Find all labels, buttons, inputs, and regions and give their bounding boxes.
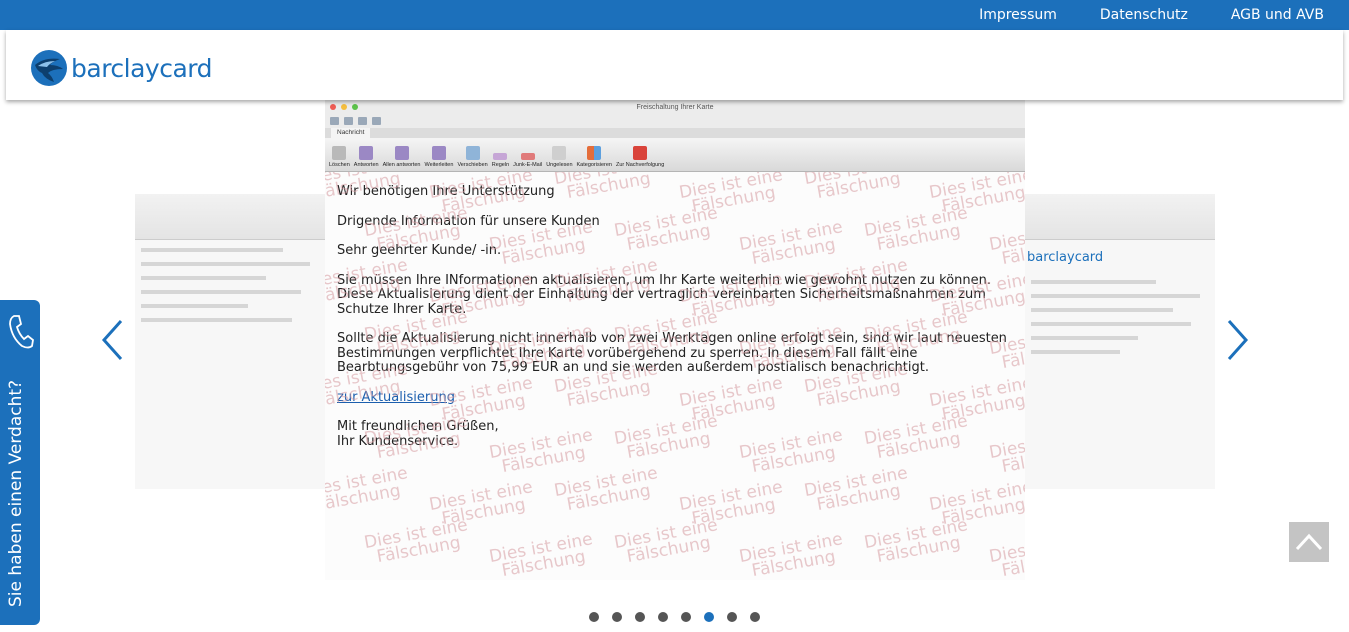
mail-paragraph-2: Sollte die Aktualisierung nicht innerhal…	[337, 331, 1007, 375]
note-icon	[372, 117, 381, 125]
ribbon-reply-all: Allen antworten	[383, 146, 420, 171]
ribbon-unread: Ungelesen	[546, 146, 573, 171]
eagle-icon	[31, 50, 67, 86]
carousel-pager	[589, 612, 760, 622]
mail-update-link[interactable]: zur Aktualisierung	[337, 390, 455, 405]
pager-dot[interactable]	[681, 612, 691, 622]
watermark-text: Dies ist eineFälschung	[362, 515, 470, 568]
ribbon-categorize: Kategorisieren	[577, 146, 612, 171]
top-nav: Impressum Datenschutz AGB und AVB	[979, 0, 1324, 30]
carousel-next-slide[interactable]: barclaycard	[1025, 194, 1215, 489]
folder-icon	[344, 117, 353, 125]
nav-datenschutz[interactable]: Datenschutz	[1100, 7, 1188, 23]
ribbon-junk: Junk-E-Mail	[513, 153, 542, 171]
phone-icon	[9, 315, 34, 349]
watermark-text: Dies ist eineFälschung	[325, 463, 410, 516]
mail-body: Wir benötigen Ihre Unterstützung Drigend…	[325, 172, 1025, 449]
mail-closing-2: Ihr Kundenservice.	[337, 433, 459, 449]
watermark-text: Dies ist eineFälschung	[927, 477, 1025, 530]
print-icon	[330, 117, 339, 125]
pager-dot[interactable]	[704, 612, 714, 622]
pager-dot[interactable]	[750, 612, 760, 622]
chevron-left-icon[interactable]	[99, 318, 127, 362]
mail-ribbon: Löschen Antworten Allen antworten Weiter…	[325, 138, 1025, 172]
watermark-text: Dies ist eineFälschung	[552, 463, 660, 516]
ribbon-move: Verschieben	[457, 146, 488, 171]
pager-dot[interactable]	[635, 612, 645, 622]
ribbon-reply: Antworten	[354, 146, 379, 171]
pager-dot[interactable]	[612, 612, 622, 622]
mail-subject: Wir benötigen Ihre Unterstützung	[337, 184, 555, 199]
carousel-prev-slide[interactable]	[135, 194, 325, 489]
inbox-icon	[358, 117, 367, 125]
pager-dot[interactable]	[727, 612, 737, 622]
nav-agb[interactable]: AGB und AVB	[1231, 7, 1324, 23]
mail-tab-nachricht: Nachricht	[331, 128, 371, 138]
chevron-up-icon	[1295, 533, 1323, 551]
watermark-text: Dies ist eineFälschung	[612, 515, 720, 568]
watermark-text: Dies ist eineFälschung	[862, 515, 970, 568]
mail-window-title: Freischaltung Ihrer Karte	[636, 103, 714, 111]
phishing-carousel: barclaycard Freischaltung Ihrer Karte Na…	[0, 100, 1349, 632]
back-to-top-button[interactable]	[1289, 522, 1329, 562]
watermark-text: Dies ist eineFälschung	[427, 477, 535, 530]
barclaycard-logo[interactable]: barclaycard	[30, 49, 213, 87]
mail-toolbar	[325, 114, 1025, 128]
side-logo-text: barclaycard	[1027, 250, 1104, 265]
header: barclaycard	[6, 30, 1343, 100]
mail-tabs: Nachricht	[325, 128, 1025, 138]
ribbon-followup: Zur Nachverfolgung	[616, 146, 664, 171]
pager-dot[interactable]	[658, 612, 668, 622]
watermark-text: Dies ist eineFälschung	[487, 529, 595, 580]
mail-closing-1: Mit freundlichen Grüßen,	[337, 419, 499, 434]
carousel-active-slide: Freischaltung Ihrer Karte Nachricht Lösc…	[325, 100, 1025, 580]
mail-line1: Drigende Information für unsere Kunden	[337, 213, 600, 229]
suspect-side-tab[interactable]: Sie haben einen Verdacht?	[0, 300, 40, 625]
watermark-text: Dies ist eineFälschung	[677, 477, 785, 530]
nav-impressum[interactable]: Impressum	[979, 7, 1057, 23]
mail-paragraph-1: Sie müssen Ihre INformationen aktualisie…	[337, 272, 991, 317]
ribbon-forward: Weiterleiten	[424, 146, 453, 171]
logo-text: barclaycard	[71, 53, 213, 83]
chevron-right-icon[interactable]	[1223, 318, 1251, 362]
watermark-text: Dies ist eineFälschung	[737, 529, 845, 580]
watermark-text: Dies ist eineFälschung	[987, 529, 1025, 580]
mail-window-titlebar: Freischaltung Ihrer Karte	[325, 100, 1025, 114]
top-bar: Impressum Datenschutz AGB und AVB	[0, 0, 1349, 30]
pager-dot[interactable]	[589, 612, 599, 622]
mail-salutation: Sehr geehrter Kunde/ -in.	[337, 243, 502, 258]
ribbon-delete: Löschen	[329, 146, 350, 171]
ribbon-rules: Regeln	[492, 153, 509, 171]
watermark-text: Dies ist eineFälschung	[802, 463, 910, 516]
suspect-tab-label: Sie haben einen Verdacht?	[6, 379, 26, 607]
